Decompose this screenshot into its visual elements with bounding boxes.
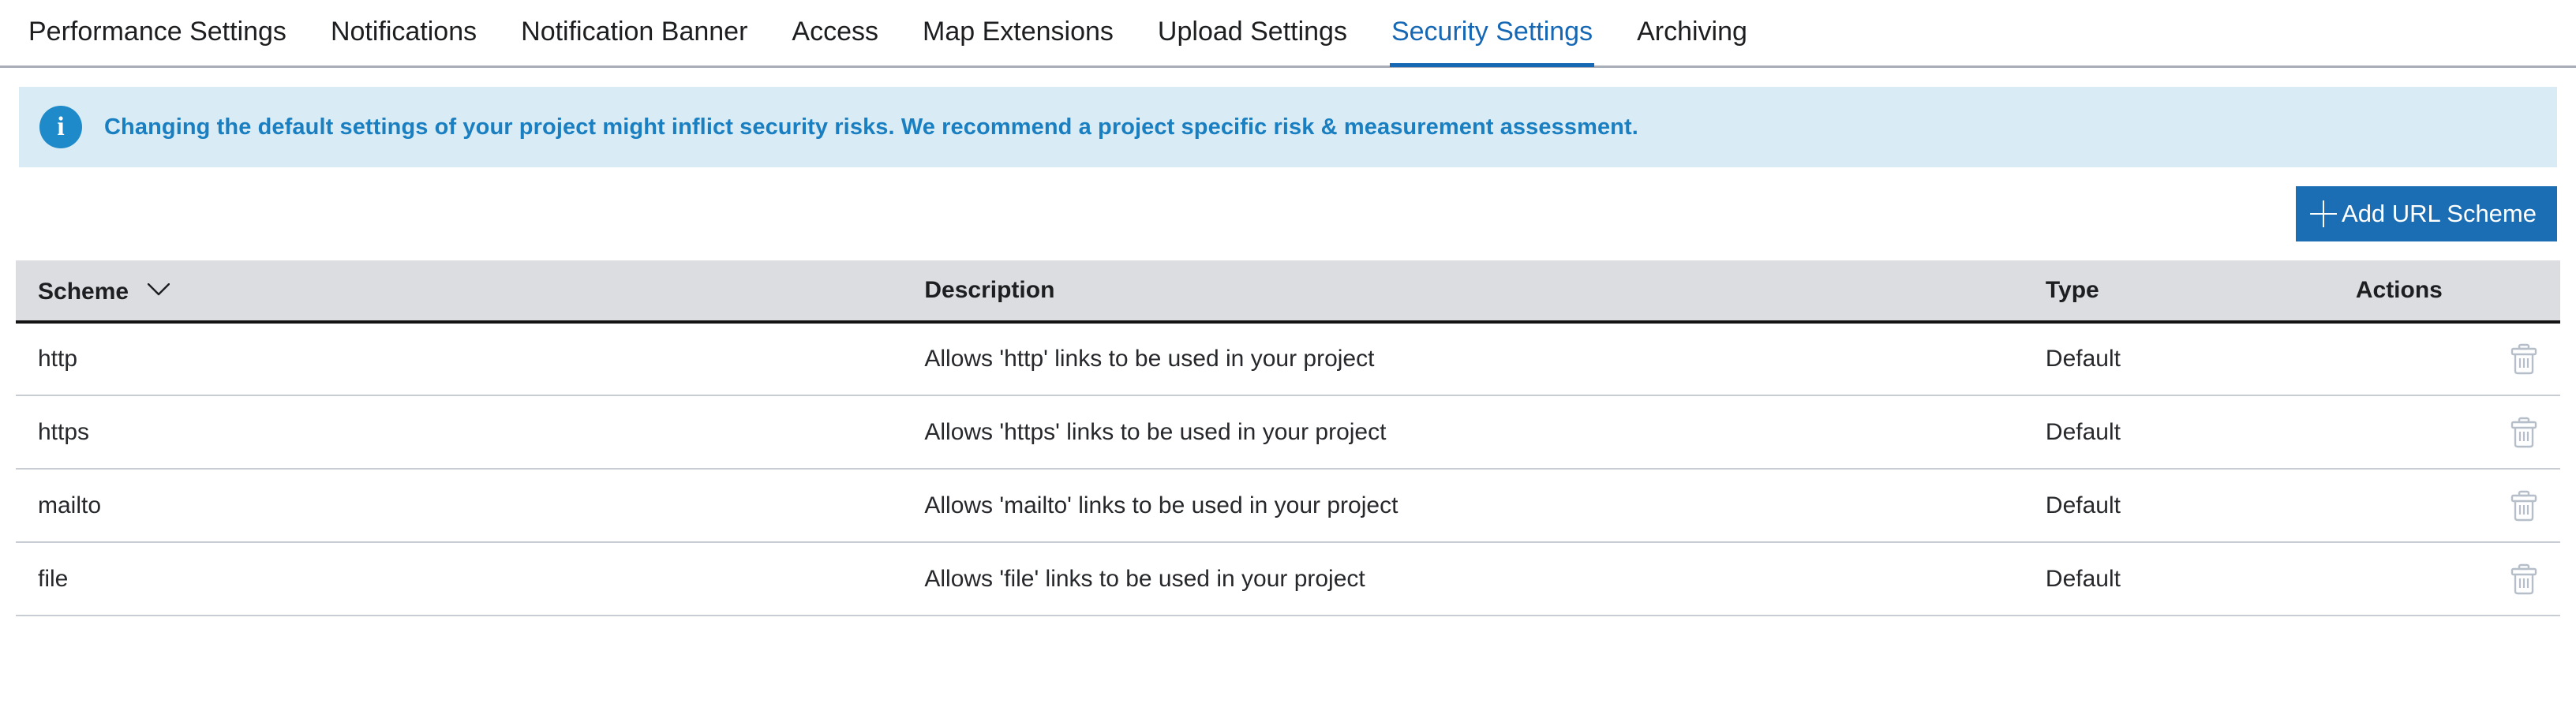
- plus-icon: [2310, 200, 2337, 227]
- table-header-row: Scheme Description Type Actions: [16, 260, 2560, 322]
- trash-icon: [2510, 439, 2538, 451]
- column-header-description-label: Description: [924, 277, 1054, 303]
- delete-row-button[interactable]: [2510, 343, 2538, 375]
- delete-row-button[interactable]: [2510, 417, 2538, 448]
- delete-row-button[interactable]: [2510, 563, 2538, 595]
- cell-type: Default: [2024, 469, 2334, 542]
- table-row: https Allows 'https' links to be used in…: [16, 395, 2560, 469]
- cell-description: Allows 'file' links to be used in your p…: [902, 542, 2024, 616]
- add-url-scheme-label: Add URL Scheme: [2342, 200, 2537, 228]
- cell-actions: [2334, 542, 2560, 616]
- tab-map-extensions[interactable]: Map Extensions: [900, 0, 1136, 67]
- table-action-bar: Add URL Scheme: [0, 167, 2576, 260]
- column-header-actions: Actions: [2334, 260, 2560, 322]
- column-header-scheme-label: Scheme: [38, 279, 129, 305]
- table-row: http Allows 'http' links to be used in y…: [16, 322, 2560, 395]
- column-header-scheme[interactable]: Scheme: [16, 260, 902, 322]
- add-url-scheme-button[interactable]: Add URL Scheme: [2296, 186, 2557, 241]
- cell-scheme: http: [16, 322, 902, 395]
- cell-description: Allows 'http' links to be used in your p…: [902, 322, 2024, 395]
- tab-access[interactable]: Access: [769, 0, 900, 67]
- column-header-description[interactable]: Description: [902, 260, 2024, 322]
- column-header-type-label: Type: [2046, 277, 2099, 303]
- cell-description: Allows 'mailto' links to be used in your…: [902, 469, 2024, 542]
- tab-performance-settings[interactable]: Performance Settings: [6, 0, 309, 67]
- trash-icon: [2510, 586, 2538, 597]
- url-scheme-table: Scheme Description Type Actions http All…: [16, 260, 2560, 616]
- tab-security-settings[interactable]: Security Settings: [1369, 0, 1615, 67]
- cell-type: Default: [2024, 542, 2334, 616]
- settings-tab-bar: Performance Settings Notifications Notif…: [0, 0, 2576, 68]
- trash-icon: [2510, 512, 2538, 524]
- cell-type: Default: [2024, 395, 2334, 469]
- trash-icon: [2510, 365, 2538, 377]
- cell-actions: [2334, 322, 2560, 395]
- info-icon: i: [39, 106, 82, 148]
- column-header-actions-label: Actions: [2356, 277, 2443, 303]
- cell-scheme: file: [16, 542, 902, 616]
- cell-description: Allows 'https' links to be used in your …: [902, 395, 2024, 469]
- cell-scheme: mailto: [16, 469, 902, 542]
- cell-type: Default: [2024, 322, 2334, 395]
- table-body: http Allows 'http' links to be used in y…: [16, 322, 2560, 616]
- tab-notification-banner[interactable]: Notification Banner: [499, 0, 769, 67]
- tab-archiving[interactable]: Archiving: [1615, 0, 1769, 67]
- tab-upload-settings[interactable]: Upload Settings: [1136, 0, 1369, 67]
- cell-scheme: https: [16, 395, 902, 469]
- info-banner-text: Changing the default settings of your pr…: [104, 114, 1638, 140]
- security-info-banner: i Changing the default settings of your …: [19, 87, 2557, 167]
- column-header-type[interactable]: Type: [2024, 260, 2334, 322]
- chevron-down-icon: [148, 276, 170, 303]
- table-row: file Allows 'file' links to be used in y…: [16, 542, 2560, 616]
- table-row: mailto Allows 'mailto' links to be used …: [16, 469, 2560, 542]
- table-header: Scheme Description Type Actions: [16, 260, 2560, 322]
- tab-notifications[interactable]: Notifications: [309, 0, 499, 67]
- cell-actions: [2334, 395, 2560, 469]
- cell-actions: [2334, 469, 2560, 542]
- delete-row-button[interactable]: [2510, 490, 2538, 522]
